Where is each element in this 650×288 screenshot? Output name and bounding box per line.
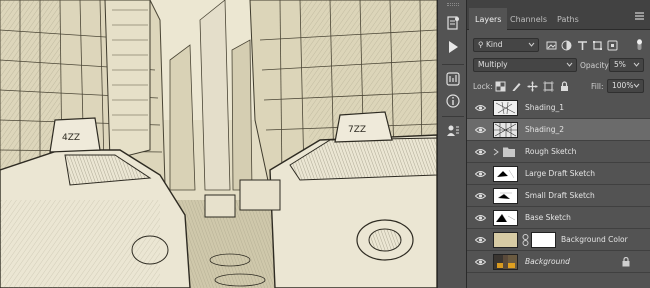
info-icon[interactable] — [444, 92, 462, 110]
opacity-field[interactable]: 5% — [609, 58, 644, 72]
layer-name: Base Sketch — [525, 213, 571, 222]
svg-text:4ZZ: 4ZZ — [62, 133, 80, 143]
search-icon: ⚲ — [478, 40, 484, 49]
opacity-label: Opacity: — [580, 61, 611, 70]
shape-layer-filter-icon[interactable] — [592, 40, 603, 51]
layer-thumbnail — [493, 188, 518, 204]
layer-row-shading-1[interactable]: Shading_1 — [467, 97, 650, 119]
layer-name: Small Draft Sketch — [525, 191, 595, 200]
panel-menu-icon[interactable] — [635, 12, 644, 20]
properties-icon[interactable] — [444, 122, 462, 140]
blend-mode-dropdown[interactable]: Multiply — [473, 58, 577, 72]
type-layer-filter-icon[interactable] — [577, 40, 588, 51]
layer-thumbnail — [493, 122, 518, 138]
lock-image-pixels-icon[interactable] — [511, 81, 522, 92]
lock-artboard-icon[interactable] — [543, 81, 554, 92]
dock-grip-handle[interactable] — [447, 3, 459, 6]
opacity-value: 5% — [614, 60, 626, 69]
adjustment-layer-filter-icon[interactable] — [561, 40, 572, 51]
layer-list: Shading_1 Shading_2 Rough Sketch Large D… — [467, 97, 650, 273]
lock-position-icon[interactable] — [527, 81, 538, 92]
layer-name: Shading_1 — [525, 103, 564, 112]
visibility-eye-icon[interactable] — [474, 126, 487, 134]
history-icon[interactable] — [444, 14, 462, 32]
panel-tab-bar: Layers Channels Paths — [467, 0, 650, 31]
lock-all-icon[interactable] — [559, 81, 570, 92]
tab-layers[interactable]: Layers — [469, 8, 508, 31]
visibility-eye-icon[interactable] — [474, 192, 487, 200]
lock-icon — [622, 257, 630, 267]
layers-panel: Layers Channels Paths ⚲ Kind Multiply Opa… — [467, 0, 650, 288]
layer-thumbnail — [493, 210, 518, 226]
layer-thumbnail — [493, 166, 518, 182]
filter-toggle-icon[interactable] — [634, 39, 642, 50]
tab-paths[interactable]: Paths — [551, 9, 585, 30]
layer-row-shading-2[interactable]: Shading_2 — [467, 119, 650, 141]
panel-dock-strip — [437, 0, 467, 288]
layer-row-rough-sketch[interactable]: Rough Sketch — [467, 141, 650, 163]
layer-name: Large Draft Sketch — [525, 169, 596, 178]
pixel-layer-filter-icon[interactable] — [546, 40, 557, 51]
fill-label: Fill: — [591, 82, 604, 91]
layer-name: Background — [525, 257, 570, 266]
strip-divider — [442, 64, 464, 65]
layer-row-small-draft-sketch[interactable]: Small Draft Sketch — [467, 185, 650, 207]
chevron-down-icon — [566, 62, 573, 67]
visibility-eye-icon[interactable] — [474, 170, 487, 178]
document-canvas[interactable]: 4ZZ 7ZZ — [0, 0, 437, 288]
filter-kind-dropdown[interactable]: ⚲ Kind — [473, 38, 539, 52]
chevron-right-icon[interactable] — [493, 148, 499, 156]
layer-name: Background Color — [561, 235, 628, 244]
layer-row-background-color[interactable]: Background Color — [467, 229, 650, 251]
filter-kind-value: Kind — [486, 40, 503, 49]
chevron-down-icon — [633, 83, 640, 88]
lock-label: Lock: — [473, 82, 493, 91]
tab-channels[interactable]: Channels — [504, 9, 553, 30]
layer-thumbnail — [493, 100, 518, 116]
folder-icon — [503, 147, 515, 157]
fill-color-swatch[interactable] — [493, 232, 518, 248]
layer-mask-thumbnail[interactable] — [531, 232, 556, 248]
city-street-sketch-artwork: 4ZZ 7ZZ — [0, 0, 437, 288]
chevron-down-icon — [528, 42, 535, 47]
svg-text:7ZZ: 7ZZ — [348, 125, 366, 135]
layer-thumbnail — [493, 254, 518, 270]
fill-value: 100% — [612, 81, 634, 90]
link-chain-icon[interactable] — [522, 234, 529, 246]
visibility-eye-icon[interactable] — [474, 214, 487, 222]
chevron-down-icon — [633, 62, 640, 67]
layer-row-large-draft-sketch[interactable]: Large Draft Sketch — [467, 163, 650, 185]
layer-row-background[interactable]: Background — [467, 251, 650, 273]
smart-object-filter-icon[interactable] — [607, 40, 618, 51]
blend-mode-value: Multiply — [478, 60, 508, 69]
strip-divider — [442, 116, 464, 117]
layer-name: Shading_2 — [525, 125, 564, 134]
play-icon[interactable] — [444, 38, 462, 56]
lock-transparent-pixels-icon[interactable] — [495, 81, 506, 92]
fill-field[interactable]: 100% — [607, 79, 644, 93]
layer-row-base-sketch[interactable]: Base Sketch — [467, 207, 650, 229]
visibility-eye-icon[interactable] — [474, 258, 487, 266]
visibility-eye-icon[interactable] — [474, 104, 487, 112]
layer-name: Rough Sketch — [525, 147, 577, 156]
visibility-eye-icon[interactable] — [474, 148, 487, 156]
visibility-eye-icon[interactable] — [474, 236, 487, 244]
adjustments-icon[interactable] — [444, 70, 462, 88]
